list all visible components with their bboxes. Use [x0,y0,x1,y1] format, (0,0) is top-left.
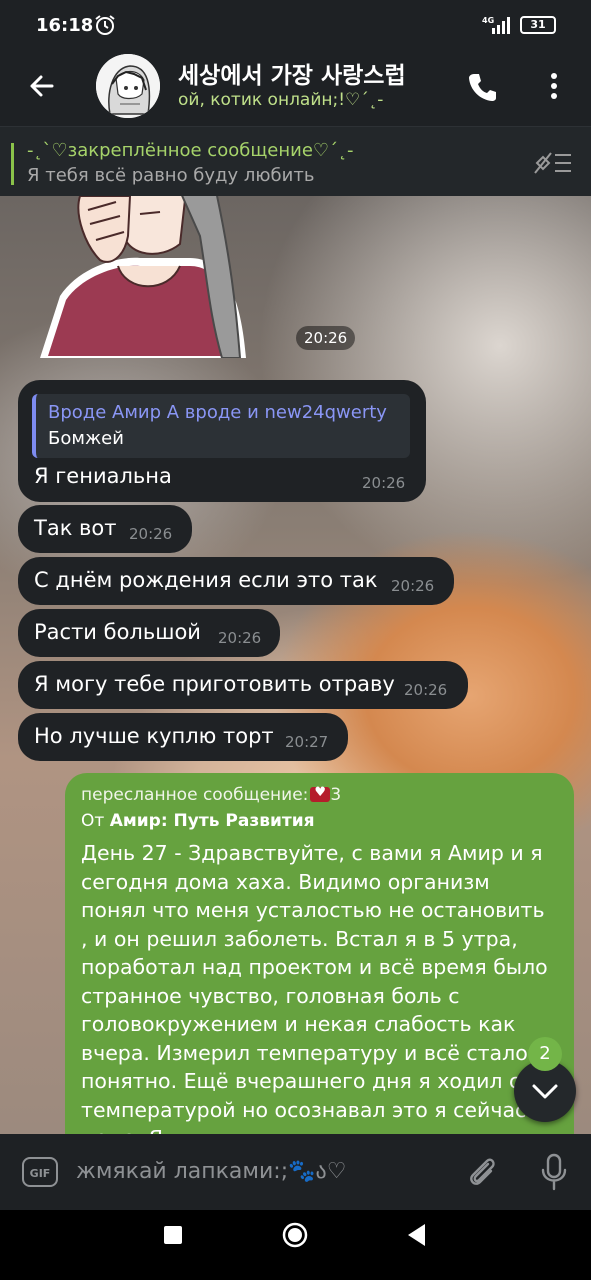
message-bubble[interactable]: Вроде Амир А вроде и new24qwerty Бомжей … [18,380,426,502]
reply-author: Вроде Амир А вроде и new24qwerty [48,402,387,423]
message-input[interactable]: жмякай лапками:;🐾ა♡ [76,1154,446,1190]
forwarded-label: пересланное сообщение:3 [81,785,341,805]
forwarded-from[interactable]: От Амир: Путь Развития [81,811,315,831]
recent-apps-button[interactable] [164,1226,182,1244]
battery-indicator: 31 [520,16,556,34]
signal-icon [492,17,510,34]
message-text: Но лучше куплю торт [34,724,274,748]
message-input-bar: GIF жмякай лапками:;🐾ა♡ [0,1134,591,1210]
svg-text:GIF: GIF [30,1167,51,1180]
forwarded-message-bubble[interactable]: пересланное сообщение:3 От Амир: Путь Ра… [65,773,574,1134]
reply-preview[interactable]: Вроде Амир А вроде и new24qwerty Бомжей [32,394,410,458]
back-arrow-icon[interactable] [22,66,62,106]
message-text: Так вот [34,516,117,540]
message-time: 20:26 [218,629,262,647]
message-bubble[interactable]: С днём рождения если это так 20:26 [18,557,454,605]
pinned-list-icon[interactable] [533,149,573,177]
pinned-message[interactable]: -˛`♡закреплённое сообщение♡´˛- Я тебя вс… [0,126,591,197]
gif-icon: GIF [22,1157,58,1187]
message-text: С днём рождения если это так [34,568,378,592]
message-text: Я гениальна [34,464,172,488]
more-vert-icon[interactable] [542,68,566,104]
message-time: 20:26 [404,681,448,699]
unread-count-badge: 2 [528,1037,562,1071]
anime-girl-sticker [40,196,246,359]
message-bubble[interactable]: Так вот 20:26 [18,505,192,553]
message-text: Расти большой [34,620,201,644]
message-time: 20:26 [362,474,406,492]
avatar[interactable] [96,54,160,118]
message-time: 20:27 [285,733,329,751]
reply-text: Бомжей [48,428,124,449]
forwarded-source-name[interactable]: Амир: Путь Развития [110,811,315,831]
message-time: 20:26 [391,577,435,595]
pinned-text: Я тебя всё равно буду любить [27,165,315,186]
back-triangle-icon[interactable] [405,1222,427,1248]
message-text: День 27 - Здравствуйте, с вами я Амир и … [81,841,548,1134]
message-text: Я могу тебе приготовить отраву [34,672,395,696]
message-time: 20:26 [296,326,356,350]
chat-title[interactable]: 세상에서 가장 사랑스럽 [178,56,440,90]
paperclip-icon[interactable] [464,1154,500,1190]
alarm-icon [95,15,115,35]
chat-status: ой, котик онлайн;!♡´˛- [178,90,384,110]
pinned-indicator [11,143,14,185]
message-bubble[interactable]: Расти большой 20:26 [18,609,280,657]
gif-button[interactable]: GIF [22,1157,58,1187]
chat-header: 세상에서 가장 사랑스럽 ой, котик онлайн;!♡´˛- [0,50,591,126]
microphone-icon[interactable] [538,1152,570,1192]
status-bar: 16:18 4G 31 [0,0,591,50]
home-button-icon[interactable] [282,1222,308,1248]
chat-background: 20:26 Вроде Амир А вроде и new24qwerty Б… [0,196,591,1134]
message-bubble[interactable]: Я могу тебе приготовить отраву 20:26 [18,661,468,709]
pinned-title: -˛`♡закреплённое сообщение♡´˛- [27,140,354,161]
heart-emoji-icon [310,785,331,802]
sticker-message[interactable]: 20:26 [40,196,356,359]
message-time: 20:26 [129,525,173,543]
phone-icon[interactable] [466,70,500,104]
message-bubble[interactable]: Но лучше куплю торт 20:27 [18,713,348,761]
status-time: 16:18 [36,15,94,36]
